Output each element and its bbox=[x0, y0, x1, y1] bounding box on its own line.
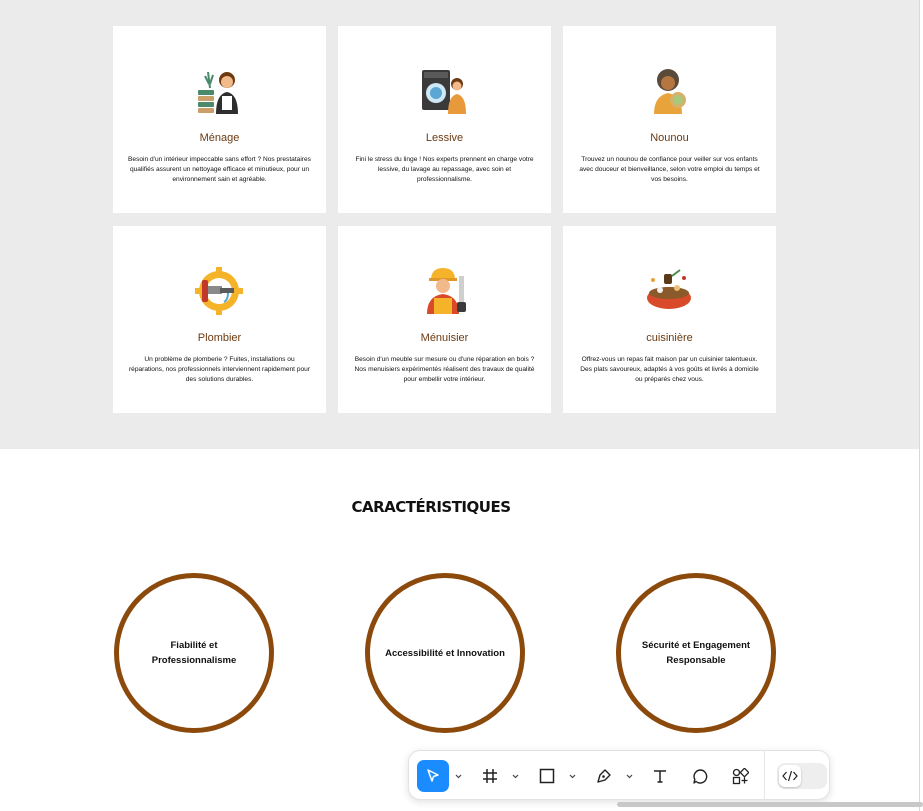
code-brackets-icon bbox=[782, 770, 798, 782]
shape-tool-menu[interactable] bbox=[568, 771, 576, 781]
laundry-icon bbox=[422, 70, 466, 114]
frame-tool-button[interactable] bbox=[474, 760, 506, 792]
service-title: Nounou bbox=[650, 132, 689, 144]
move-tool-button[interactable] bbox=[417, 760, 449, 792]
design-toolbar bbox=[408, 750, 830, 801]
toolbar-divider bbox=[764, 751, 765, 801]
service-title: Ménage bbox=[199, 132, 240, 144]
chevron-down-icon bbox=[626, 774, 632, 778]
plumber-icon bbox=[195, 267, 243, 315]
frame-tool-menu[interactable] bbox=[511, 771, 519, 781]
service-description: Trouvez un nounou de confiance pour veil… bbox=[579, 156, 760, 184]
actions-tool-button[interactable] bbox=[724, 760, 756, 792]
service-title: Plombier bbox=[197, 332, 242, 344]
features-title: CARACTÉRISTIQUES bbox=[351, 498, 512, 516]
comment-tool-button[interactable] bbox=[684, 760, 716, 792]
service-card-lessive[interactable]: Lessive Fini le stress du linge ! Nos ex… bbox=[338, 26, 551, 213]
nanny-icon bbox=[654, 69, 686, 114]
cursor-arrow-icon bbox=[427, 769, 439, 782]
feature-label: Accessibilité et Innovation bbox=[385, 647, 505, 659]
service-description: Besoin d'un intérieur impeccable sans ef… bbox=[128, 156, 311, 184]
pen-tool-menu[interactable] bbox=[625, 771, 633, 781]
service-card-menage[interactable]: Ménage Besoin d'un intérieur impeccable … bbox=[113, 26, 326, 213]
feature-circle-security: Sécurité et Engagement Responsable bbox=[616, 573, 776, 733]
move-tool-menu[interactable] bbox=[454, 771, 462, 781]
service-description: Besoin d'un meuble sur mesure ou d'une r… bbox=[354, 356, 535, 384]
cleaning-lady-icon bbox=[198, 71, 238, 114]
feature-label: Sécurité et Engagement Responsable bbox=[641, 640, 751, 666]
feature-circle-reliability: Fiabilité et Professionnalisme bbox=[114, 573, 274, 733]
pen-tool-button[interactable] bbox=[588, 760, 620, 792]
chevron-down-icon bbox=[569, 774, 575, 778]
comment-bubble-icon bbox=[692, 768, 707, 784]
carpenter-icon bbox=[427, 268, 466, 314]
apps-grid-icon bbox=[732, 767, 749, 784]
service-title: Ménuisier bbox=[420, 332, 469, 344]
chevron-down-icon bbox=[455, 774, 461, 778]
shape-tool-button[interactable] bbox=[531, 760, 563, 792]
feature-circle-accessibility: Accessibilité et Innovation bbox=[365, 573, 525, 733]
service-card-cuisiniere[interactable]: cuisinière Offrez-vous un repas fait mai… bbox=[563, 226, 776, 413]
service-description: Un problème de plomberie ? Fuites, insta… bbox=[128, 356, 311, 384]
frame-hash-icon bbox=[483, 769, 497, 783]
pen-nib-icon bbox=[597, 769, 611, 783]
horizontal-scrollbar[interactable] bbox=[617, 802, 923, 807]
service-title: Lessive bbox=[425, 132, 464, 144]
text-tool-button[interactable] bbox=[644, 760, 676, 792]
cooking-pot-icon bbox=[647, 269, 691, 309]
service-description: Offrez-vous un repas fait maison par un … bbox=[580, 356, 759, 384]
service-card-nounou[interactable]: Nounou Trouvez un nounou de confiance po… bbox=[563, 26, 776, 213]
service-card-menuisier[interactable]: Ménuisier Besoin d'un meuble sur mesure … bbox=[338, 226, 551, 413]
dev-mode-toggle[interactable] bbox=[777, 763, 827, 789]
service-title: cuisinière bbox=[646, 332, 693, 344]
feature-label: Fiabilité et Professionnalisme bbox=[151, 640, 237, 666]
dev-mode-knob bbox=[779, 765, 801, 787]
service-card-plombier[interactable]: Plombier Un problème de plomberie ? Fuit… bbox=[113, 226, 326, 413]
text-t-icon bbox=[654, 770, 666, 783]
rectangle-icon bbox=[539, 768, 555, 784]
service-description: Fini le stress du linge ! Nos experts pr… bbox=[355, 156, 534, 184]
chevron-down-icon bbox=[512, 774, 518, 778]
canvas-edge bbox=[919, 0, 923, 811]
